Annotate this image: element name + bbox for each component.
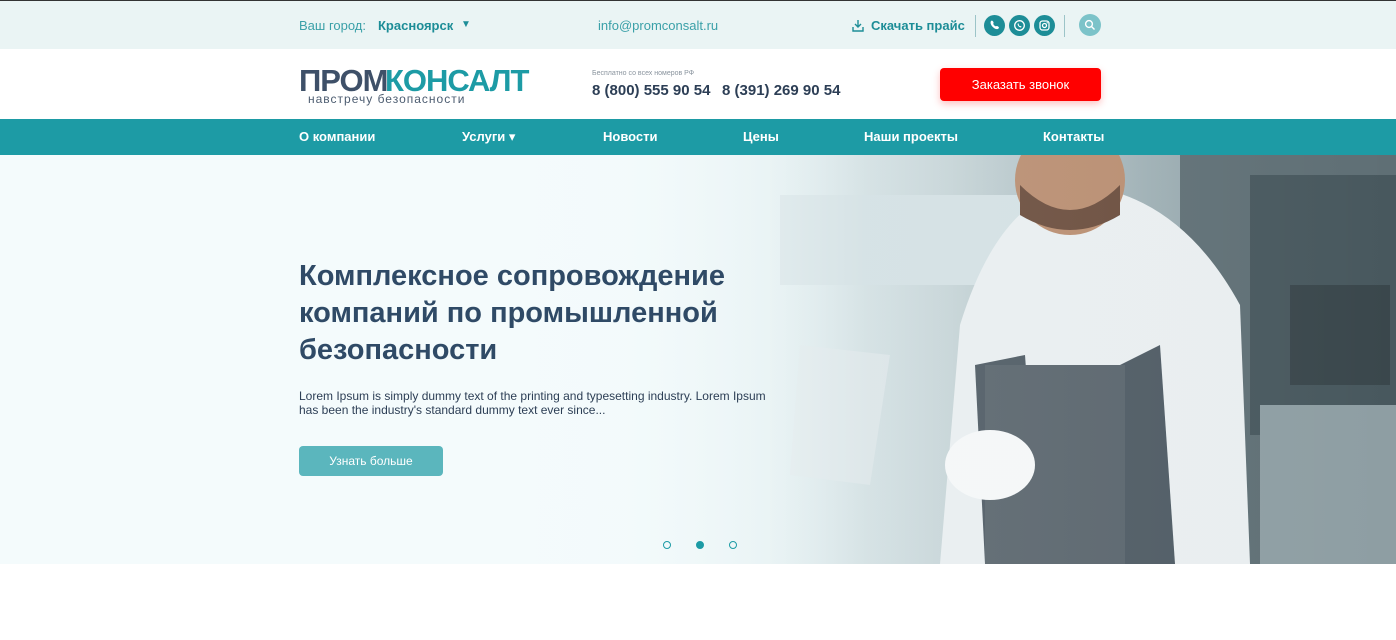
nav-item-contacts[interactable]: Контакты: [1043, 129, 1104, 144]
order-call-button[interactable]: Заказать звонок: [940, 68, 1101, 101]
hero-description: Lorem Ipsum is simply dummy text of the …: [299, 389, 766, 417]
hero-title: Комплексное сопровождение компаний по пр…: [299, 260, 725, 366]
nav-item-news[interactable]: Новости: [603, 129, 658, 144]
top-bar: Ваш город: Красноярск ▼ info@promconsalt…: [0, 0, 1396, 49]
nav-item-projects[interactable]: Наши проекты: [864, 129, 958, 144]
slider-dot-1[interactable]: [663, 541, 671, 549]
divider: [975, 15, 976, 37]
download-price-label: Скачать прайс: [871, 18, 965, 33]
main-nav: О компании Услуги ▾ Новости Цены Наши пр…: [0, 119, 1396, 155]
whatsapp-icon[interactable]: [1009, 15, 1030, 36]
phone-note: Бесплатно со всех номеров РФ: [592, 70, 695, 77]
city-label: Ваш город:: [299, 18, 366, 33]
hero-banner: Комплексное сопровождение компаний по пр…: [0, 155, 1396, 564]
chevron-down-icon[interactable]: ▼: [461, 19, 471, 30]
site-header: ПРОМ КОНСАЛТ навстречу безопасности Бесп…: [0, 49, 1396, 119]
email-link[interactable]: info@promconsalt.ru: [598, 18, 718, 33]
nav-item-about[interactable]: О компании: [299, 129, 375, 144]
phone-link-2[interactable]: 8 (391) 269 90 54: [722, 82, 840, 99]
slider-dot-2[interactable]: [696, 541, 704, 549]
learn-more-button[interactable]: Узнать больше: [299, 446, 443, 476]
viber-icon[interactable]: [984, 15, 1005, 36]
logo-tagline: навстречу безопасности: [308, 92, 466, 106]
instagram-icon[interactable]: [1034, 15, 1055, 36]
phone-link-1[interactable]: 8 (800) 555 90 54: [592, 82, 710, 99]
download-icon: [852, 19, 864, 32]
city-selector[interactable]: Красноярск: [378, 18, 453, 33]
nav-item-services[interactable]: Услуги ▾: [462, 129, 515, 145]
download-price-link[interactable]: Скачать прайс: [851, 18, 965, 33]
divider: [1064, 15, 1065, 37]
search-icon[interactable]: [1079, 14, 1101, 36]
nav-item-prices[interactable]: Цены: [743, 129, 779, 144]
slider-dot-3[interactable]: [729, 541, 737, 549]
logo[interactable]: ПРОМ КОНСАЛТ навстречу безопасности: [299, 63, 529, 107]
